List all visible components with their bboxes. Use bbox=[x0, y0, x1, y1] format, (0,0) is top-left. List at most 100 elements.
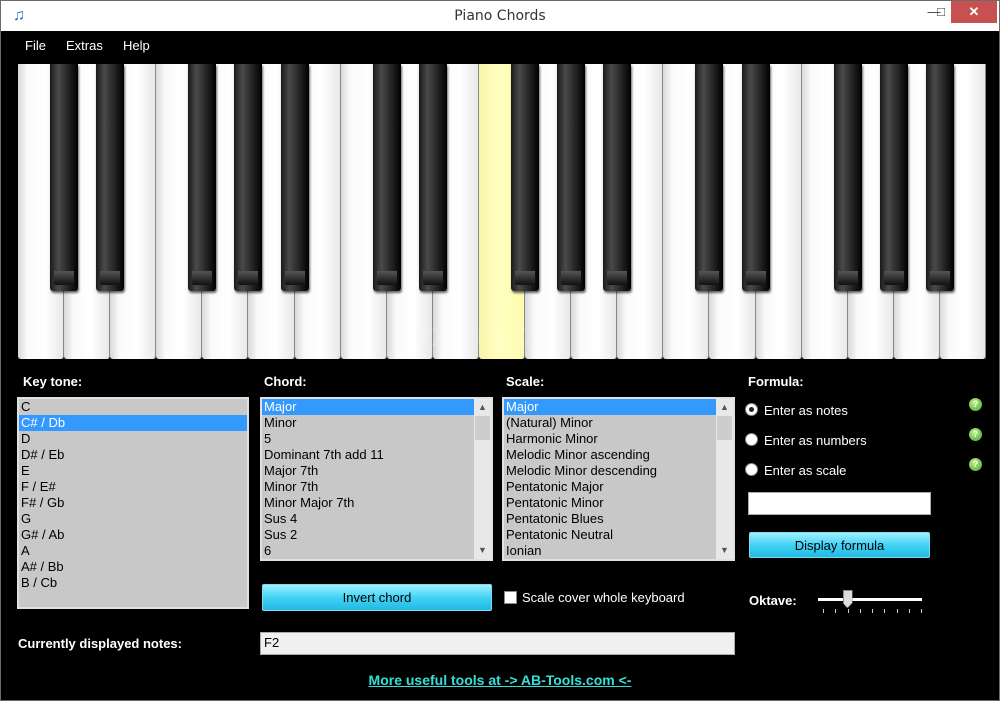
piano-keyboard[interactable]: SOFTPEDIA bbox=[18, 64, 986, 359]
radio-enter-notes[interactable] bbox=[745, 403, 758, 416]
scroll-up-icon[interactable]: ▲ bbox=[716, 399, 733, 416]
scale-cover-checkbox[interactable] bbox=[504, 591, 517, 604]
menu-bar: File Extras Help bbox=[1, 31, 999, 59]
window-title: Piano Chords bbox=[454, 8, 546, 24]
list-item[interactable]: (Natural) Minor bbox=[504, 415, 716, 431]
black-key[interactable] bbox=[695, 64, 724, 291]
list-item[interactable]: Pentatonic Major bbox=[504, 479, 716, 495]
list-item[interactable]: D# / Eb bbox=[19, 447, 247, 463]
oktave-slider-track[interactable] bbox=[818, 598, 922, 601]
list-item[interactable]: Major 7th bbox=[262, 463, 474, 479]
list-item[interactable]: F# / Gb bbox=[19, 495, 247, 511]
list-item[interactable]: Sus 4 bbox=[262, 511, 474, 527]
slider-tick bbox=[823, 609, 824, 613]
list-item[interactable]: A# / Bb bbox=[19, 559, 247, 575]
chord-list[interactable]: Major Minor 5 Dominant 7th add 11 Major 7th M… bbox=[260, 397, 493, 561]
list-item[interactable]: Sus 2 bbox=[262, 527, 474, 543]
black-key[interactable] bbox=[418, 64, 447, 291]
display-formula-button[interactable]: Display formula bbox=[749, 532, 930, 558]
radio-enter-scale[interactable] bbox=[745, 463, 758, 476]
list-item[interactable]: Harmonic Minor bbox=[504, 431, 716, 447]
slider-tick bbox=[872, 609, 873, 613]
title-bar: ♫ Piano Chords — □ ✕ bbox=[1, 1, 999, 31]
list-item[interactable]: Melodic Minor descending bbox=[504, 463, 716, 479]
radio-enter-notes-label[interactable]: Enter as notes bbox=[764, 403, 848, 418]
oktave-slider-thumb[interactable] bbox=[842, 590, 853, 608]
radio-enter-numbers[interactable] bbox=[745, 433, 758, 446]
black-key[interactable] bbox=[234, 64, 263, 291]
current-notes-field[interactable]: F2 bbox=[260, 632, 735, 655]
radio-enter-scale-label[interactable]: Enter as scale bbox=[764, 463, 846, 478]
black-key[interactable] bbox=[741, 64, 770, 291]
ab-tools-link[interactable]: More useful tools at -> AB-Tools.com <- bbox=[1, 672, 999, 688]
list-item[interactable]: Minor bbox=[262, 415, 474, 431]
list-item[interactable]: E bbox=[19, 463, 247, 479]
list-item[interactable]: Minor Major 7th bbox=[262, 495, 474, 511]
menu-file[interactable]: File bbox=[25, 38, 46, 53]
list-item[interactable]: Dominant 7th add 11 bbox=[262, 447, 474, 463]
key-tone-label: Key tone: bbox=[23, 374, 83, 389]
black-key[interactable] bbox=[96, 64, 125, 291]
formula-label: Formula: bbox=[748, 374, 804, 389]
scale-list[interactable]: Major (Natural) Minor Harmonic Minor Melodi… bbox=[502, 397, 735, 561]
slider-tick bbox=[896, 609, 898, 613]
scroll-thumb[interactable] bbox=[717, 416, 732, 440]
help-icon[interactable]: ? bbox=[969, 428, 982, 441]
help-icon[interactable]: ? bbox=[969, 458, 982, 471]
radio-enter-numbers-label[interactable]: Enter as numbers bbox=[764, 433, 867, 448]
scale-cover-label[interactable]: Scale cover whole keyboard bbox=[522, 590, 685, 605]
scroll-up-icon[interactable]: ▲ bbox=[474, 399, 491, 416]
current-notes-label: Currently displayed notes: bbox=[18, 636, 182, 651]
scroll-thumb[interactable] bbox=[475, 416, 490, 440]
list-item[interactable]: Major bbox=[262, 399, 474, 415]
list-item[interactable]: Pentatonic Minor bbox=[504, 495, 716, 511]
list-item[interactable]: 6 bbox=[262, 543, 474, 559]
scroll-down-icon[interactable]: ▼ bbox=[474, 542, 491, 559]
black-key[interactable] bbox=[925, 64, 954, 291]
black-key[interactable] bbox=[603, 64, 632, 291]
list-item[interactable]: Pentatonic Neutral bbox=[504, 527, 716, 543]
chord-label: Chord: bbox=[264, 374, 307, 389]
help-icon[interactable]: ? bbox=[969, 398, 982, 411]
slider-tick bbox=[847, 609, 849, 613]
slider-tick bbox=[884, 609, 886, 613]
scroll-down-icon[interactable]: ▼ bbox=[716, 542, 733, 559]
list-item[interactable]: 5 bbox=[262, 431, 474, 447]
list-item[interactable]: Minor 7th bbox=[262, 479, 474, 495]
list-item[interactable]: F / E# bbox=[19, 479, 247, 495]
watermark-logo: SOFTPEDIA bbox=[403, 322, 561, 352]
formula-input[interactable] bbox=[748, 492, 931, 515]
list-item[interactable]: G bbox=[19, 511, 247, 527]
black-key[interactable] bbox=[557, 64, 586, 291]
scale-label: Scale: bbox=[506, 374, 545, 389]
scale-scrollbar[interactable]: ▲ ▼ bbox=[716, 399, 733, 559]
chord-scrollbar[interactable]: ▲ ▼ bbox=[474, 399, 491, 559]
menu-help[interactable]: Help bbox=[123, 38, 150, 53]
list-item[interactable]: Melodic Minor ascending bbox=[504, 447, 716, 463]
black-key[interactable] bbox=[511, 64, 540, 291]
black-key[interactable] bbox=[50, 64, 79, 291]
list-item[interactable]: G# / Ab bbox=[19, 527, 247, 543]
list-item[interactable]: Ionian bbox=[504, 543, 716, 559]
slider-tick bbox=[835, 609, 837, 613]
list-item[interactable]: C bbox=[19, 399, 247, 415]
slider-tick bbox=[908, 609, 910, 613]
slider-tick bbox=[859, 609, 861, 613]
list-item[interactable]: A bbox=[19, 543, 247, 559]
black-key[interactable] bbox=[833, 64, 862, 291]
list-item[interactable]: B / Cb bbox=[19, 575, 247, 591]
invert-chord-button[interactable]: Invert chord bbox=[262, 584, 492, 611]
black-key[interactable] bbox=[879, 64, 908, 291]
close-button[interactable]: ✕ bbox=[951, 1, 997, 23]
list-item[interactable]: D bbox=[19, 431, 247, 447]
list-item[interactable]: Pentatonic Blues bbox=[504, 511, 716, 527]
app-window: ♫ Piano Chords — □ ✕ File Extras Help SO… bbox=[0, 0, 1000, 701]
black-key[interactable] bbox=[188, 64, 217, 291]
black-key[interactable] bbox=[372, 64, 401, 291]
black-key[interactable] bbox=[280, 64, 309, 291]
list-item[interactable]: C# / Db bbox=[19, 415, 247, 431]
menu-extras[interactable]: Extras bbox=[66, 38, 103, 53]
slider-tick bbox=[921, 609, 922, 613]
key-tone-list[interactable]: C C# / Db D D# / Eb E F / E# F# / Gb G G# / Ab A A… bbox=[17, 397, 249, 609]
list-item[interactable]: Major bbox=[504, 399, 716, 415]
